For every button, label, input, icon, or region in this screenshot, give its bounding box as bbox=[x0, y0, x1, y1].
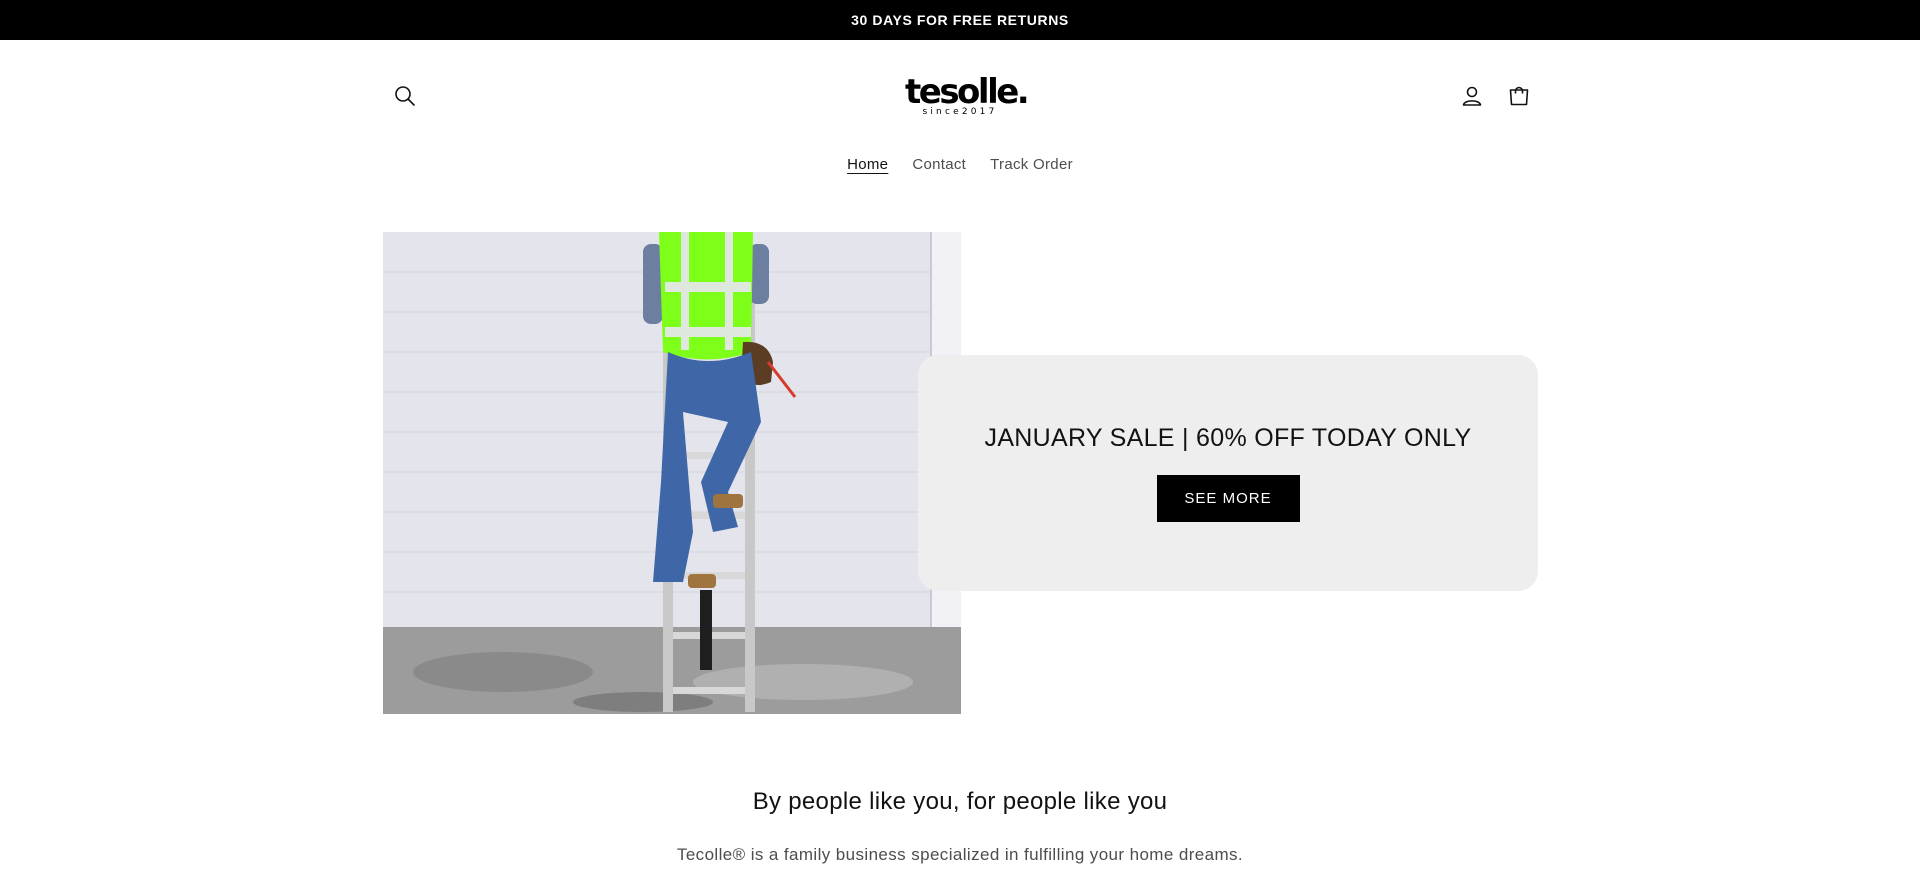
announcement-bar: 30 DAYS FOR FREE RETURNS bbox=[0, 0, 1920, 40]
cart-button[interactable] bbox=[1499, 76, 1539, 116]
nav-item-track-order[interactable]: Track Order bbox=[978, 152, 1085, 177]
site-logo[interactable]: tesolle. since2017 bbox=[905, 72, 1030, 120]
nav-item-home[interactable]: Home bbox=[835, 152, 900, 177]
promo-card: JANUARY SALE | 60% OFF TODAY ONLY SEE MO… bbox=[918, 355, 1538, 591]
account-button[interactable] bbox=[1452, 76, 1492, 116]
about-text: Tecolle® is a family business specialize… bbox=[676, 845, 1244, 864]
announcement-text: 30 DAYS FOR FREE RETURNS bbox=[851, 12, 1069, 28]
search-button[interactable] bbox=[385, 76, 425, 116]
worker-on-ladder-illustration bbox=[383, 232, 961, 714]
cart-icon bbox=[1509, 86, 1529, 106]
main-nav: Home Contact Track Order bbox=[0, 152, 1920, 177]
account-icon bbox=[1462, 86, 1482, 106]
see-more-button[interactable]: SEE MORE bbox=[1156, 475, 1300, 522]
logo-wordmark: tesolle. bbox=[905, 72, 1030, 112]
promo-heading: JANUARY SALE | 60% OFF TODAY ONLY bbox=[984, 424, 1472, 452]
search-icon bbox=[395, 86, 415, 106]
hero-image bbox=[383, 232, 961, 714]
about-title: By people like you, for people like you bbox=[752, 788, 1168, 815]
nav-item-contact[interactable]: Contact bbox=[900, 152, 978, 177]
